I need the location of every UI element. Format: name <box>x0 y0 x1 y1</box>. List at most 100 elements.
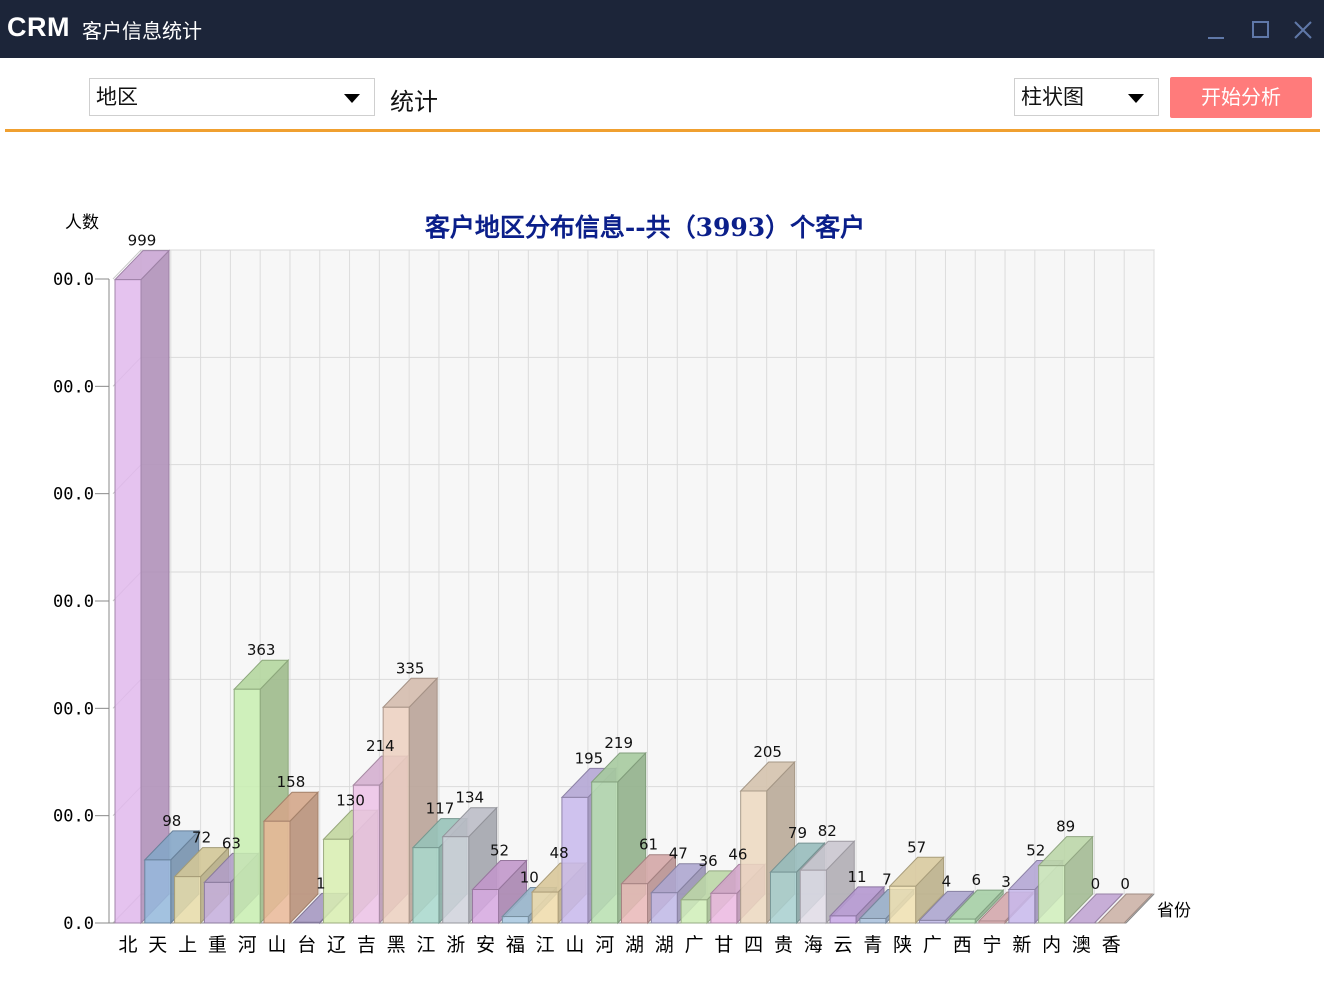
x-tick-label: 澳 <box>1072 934 1091 956</box>
data-label: 117 <box>426 800 455 818</box>
data-label: 82 <box>818 822 837 840</box>
chevron-down-icon[interactable] <box>344 94 360 103</box>
x-tick-label: 山 <box>267 934 286 956</box>
data-label: 11 <box>848 868 867 886</box>
bar-front <box>114 279 142 924</box>
x-tick-label: 广 <box>685 934 704 956</box>
toolbar: 地区 统计 柱状图 开始分析 <box>0 58 1324 132</box>
y-tick-label: 00.0 <box>53 807 94 827</box>
data-label: 61 <box>639 836 658 854</box>
bar-front <box>501 916 529 924</box>
data-label: 6 <box>971 871 981 889</box>
x-tick-label: 黑 <box>387 934 406 956</box>
x-tick-label: 新 <box>1012 934 1031 956</box>
data-label: 98 <box>162 812 181 830</box>
chart-type-select[interactable]: 柱状图 <box>1014 78 1159 116</box>
x-tick-label: 湖 <box>655 934 674 956</box>
x-tick-label: 青 <box>863 934 882 956</box>
x-tick-label: 重 <box>208 934 227 956</box>
window-title: 客户信息统计 <box>82 19 202 43</box>
bar-front <box>263 820 291 924</box>
app-logo: CRM <box>7 12 70 42</box>
data-label: 205 <box>753 743 782 761</box>
y-tick-label: 00.0 <box>53 377 94 397</box>
bar-front <box>978 920 1006 924</box>
data-label: 57 <box>907 838 926 856</box>
x-tick-label: 西 <box>953 934 972 956</box>
x-tick-label: 内 <box>1042 934 1061 956</box>
bar-front <box>650 892 678 924</box>
x-tick-label: 安 <box>476 934 495 956</box>
bar-front <box>472 889 500 924</box>
data-label: 7 <box>882 870 892 888</box>
bar-front <box>203 881 231 924</box>
x-tick-label: 北 <box>118 934 137 956</box>
bar-front <box>829 915 857 924</box>
x-tick-label: 云 <box>834 934 853 956</box>
x-tick-label: 甘 <box>714 934 733 956</box>
region-select[interactable]: 地区 <box>89 78 375 116</box>
data-label: 134 <box>455 789 484 807</box>
x-tick-label: 海 <box>804 934 823 956</box>
x-axis-label: 省份 <box>1157 901 1191 921</box>
chart-type-select-value: 柱状图 <box>1021 85 1084 109</box>
data-label: 158 <box>277 773 306 791</box>
bar-front <box>918 919 946 924</box>
data-label: 47 <box>669 845 688 863</box>
x-tick-label: 吉 <box>357 934 376 956</box>
data-label: 999 <box>128 232 157 250</box>
chevron-down-icon[interactable] <box>1128 94 1144 103</box>
x-tick-label: 宁 <box>983 934 1002 956</box>
x-tick-label: 福 <box>506 934 525 956</box>
x-tick-label: 江 <box>416 934 435 956</box>
toolbar-divider <box>5 129 1320 132</box>
bar-front <box>1008 889 1036 924</box>
minimize-icon[interactable] <box>1201 14 1231 44</box>
x-tick-label: 四 <box>744 934 763 956</box>
bar-front <box>859 917 887 924</box>
x-tick-label: 浙 <box>446 934 465 956</box>
close-icon[interactable] <box>1288 14 1318 44</box>
bar-front <box>591 781 619 924</box>
bar-front <box>293 921 321 924</box>
data-label: 63 <box>222 834 241 852</box>
bar <box>113 249 171 925</box>
y-tick-label: 00.0 <box>53 699 94 719</box>
data-label: 10 <box>520 869 539 887</box>
data-label: 4 <box>942 872 952 890</box>
data-label: 335 <box>396 659 425 677</box>
data-label: 89 <box>1056 818 1075 836</box>
data-label: 52 <box>1026 842 1045 860</box>
bar-front <box>531 891 559 924</box>
bar-front <box>710 892 738 924</box>
bar-front <box>233 688 261 924</box>
x-tick-label: 河 <box>238 934 257 956</box>
bar-front <box>1038 865 1066 924</box>
data-label: 79 <box>788 824 807 842</box>
data-label: 214 <box>366 737 395 755</box>
x-tick-label: 香 <box>1102 934 1121 956</box>
bar-front <box>948 918 976 924</box>
x-tick-label: 上 <box>178 934 197 956</box>
x-tick-label: 湖 <box>625 934 644 956</box>
x-tick-label: 台 <box>297 934 316 956</box>
data-label: 0 <box>1091 875 1101 893</box>
x-tick-label: 天 <box>148 934 167 956</box>
x-tick-label: 广 <box>923 934 942 956</box>
bar-front <box>680 899 708 924</box>
data-label: 36 <box>699 852 718 870</box>
x-tick-label: 山 <box>565 934 584 956</box>
data-label: 72 <box>192 829 211 847</box>
bar-chart: 0.000.000.000.000.000.000.0 999北98天72上63… <box>53 213 1191 956</box>
start-analysis-button[interactable]: 开始分析 <box>1170 77 1312 118</box>
bar-front <box>889 885 917 924</box>
title-bar: CRM 客户信息统计 <box>0 0 1324 58</box>
data-label: 3 <box>1001 873 1011 891</box>
bar-front <box>442 836 470 924</box>
data-label: 219 <box>604 734 633 752</box>
maximize-icon[interactable] <box>1245 14 1275 44</box>
region-select-value: 地区 <box>96 85 138 109</box>
data-label: 52 <box>490 842 509 860</box>
bar-front <box>174 876 202 924</box>
bar-front <box>412 847 440 924</box>
